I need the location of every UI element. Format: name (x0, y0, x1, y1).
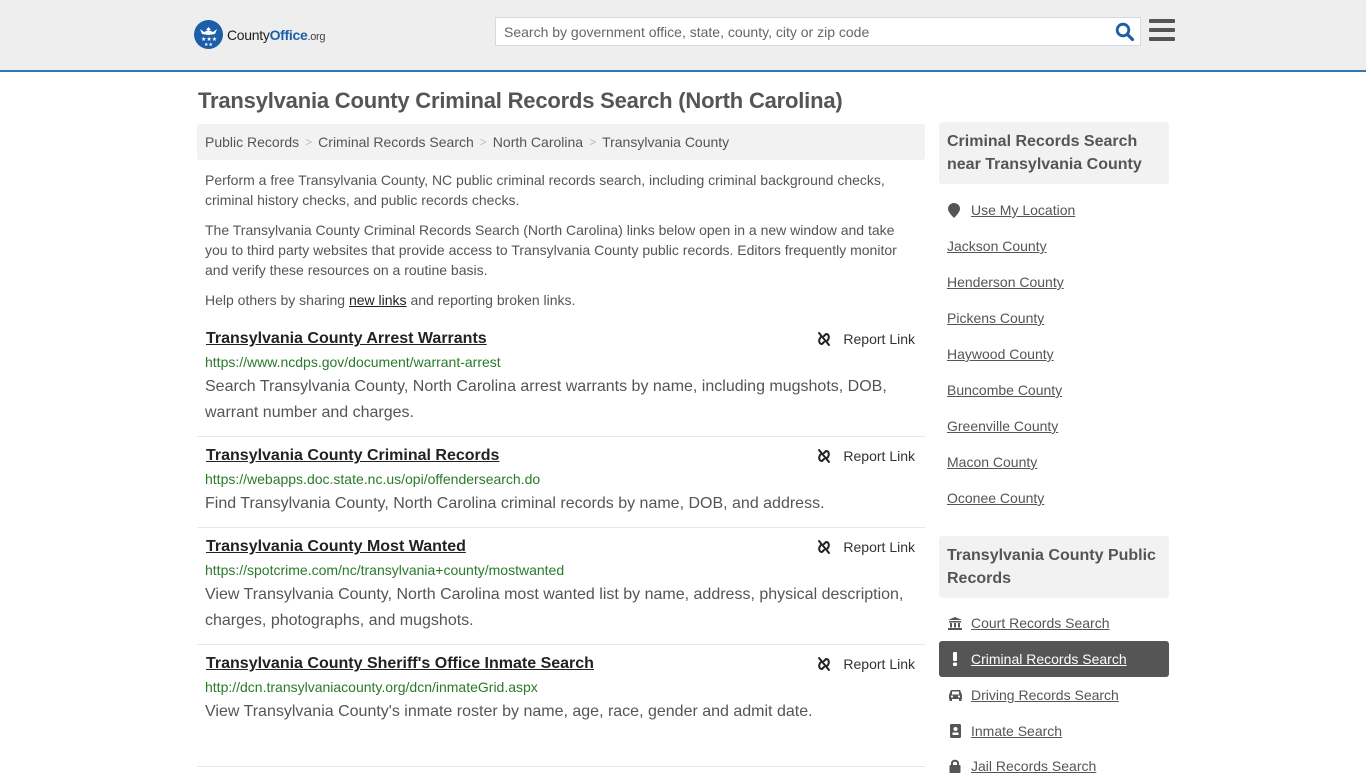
sidebar-item-jail-records[interactable]: Jail Records Search (947, 758, 1096, 774)
nearby-county-link[interactable]: Oconee County (947, 490, 1044, 506)
broken-link-icon (818, 332, 831, 346)
exclamation-icon (947, 652, 963, 666)
result-url: https://webapps.doc.state.nc.us/opi/offe… (205, 471, 541, 487)
result-title-link[interactable]: Transylvania County Most Wanted (206, 538, 466, 556)
sidebar-item-court-records[interactable]: Court Records Search (947, 615, 1110, 631)
report-link-button[interactable]: Report Link (816, 331, 915, 347)
logo-wordmark: CountyOffice.org (227, 26, 326, 43)
map-marker-icon (947, 202, 961, 218)
result-item: Transylvania County Criminal Records Rep… (197, 447, 925, 528)
eagle-badge-icon: ★★★ ★★ (194, 20, 223, 49)
sidebar-nearby: Criminal Records Search near Transylvani… (939, 122, 1169, 512)
nearby-county-link[interactable]: Haywood County (947, 346, 1054, 362)
result-title-link[interactable]: Transylvania County Criminal Records (206, 447, 499, 465)
report-link-button[interactable]: Report Link (816, 656, 915, 672)
report-link-label: Report Link (843, 656, 915, 672)
use-my-location-link[interactable]: Use My Location (947, 202, 1075, 218)
nearby-county-link[interactable]: Jackson County (947, 238, 1047, 254)
courthouse-icon (947, 616, 963, 630)
result-description: Find Transylvania County, North Carolina… (205, 495, 825, 512)
result-description: View Transylvania County's inmate roster… (205, 703, 813, 720)
report-link-label: Report Link (843, 448, 915, 464)
result-item: Transylvania County Arrest Warrants Repo… (197, 330, 925, 437)
sidebar-item-label: Jail Records Search (971, 758, 1097, 774)
result-url: http://dcn.transylvaniacounty.org/dcn/in… (205, 679, 538, 695)
nearby-county-link[interactable]: Henderson County (947, 274, 1064, 290)
logo-office: Office (269, 26, 308, 43)
result-url: https://www.ncdps.gov/document/warrant-a… (205, 354, 501, 370)
search-icon (1115, 22, 1135, 41)
breadcrumb-north-carolina[interactable]: North Carolina (493, 134, 583, 150)
report-link-button[interactable]: Report Link (816, 448, 915, 464)
breadcrumb-public-records[interactable]: Public Records (205, 134, 299, 150)
report-link-label: Report Link (843, 331, 915, 347)
id-badge-icon (947, 724, 963, 738)
lock-icon (947, 759, 963, 773)
sidebar-item-label: Court Records Search (971, 615, 1110, 631)
intro-text: Perform a free Transylvania County, NC p… (205, 170, 920, 320)
breadcrumb-separator: > (305, 135, 313, 149)
use-my-location-label: Use My Location (971, 202, 1076, 218)
site-header: ★★★ ★★ CountyOffice.org (0, 0, 1366, 72)
report-link-label: Report Link (843, 539, 915, 555)
nearby-county-link[interactable]: Macon County (947, 454, 1037, 470)
site-logo[interactable]: ★★★ ★★ CountyOffice.org (194, 20, 326, 49)
broken-link-icon (818, 540, 831, 554)
sidebar-item-criminal-records[interactable]: Criminal Records Search (947, 651, 1127, 667)
intro-paragraph-2: The Transylvania County Criminal Records… (205, 222, 897, 278)
result-description: View Transylvania County, North Carolina… (205, 586, 904, 629)
result-description: Search Transylvania County, North Caroli… (205, 378, 887, 421)
svg-text:★★: ★★ (204, 42, 213, 48)
result-item: Transylvania County Sheriff's Office Inm… (197, 655, 925, 745)
logo-county: County (227, 26, 270, 43)
intro-p3-text: Help others by sharing (205, 292, 349, 308)
result-title-link[interactable]: Transylvania County Sheriff's Office Inm… (206, 655, 594, 673)
nearby-county-link[interactable]: Greenville County (947, 418, 1058, 434)
sidebar-item-driving-records[interactable]: Driving Records Search (947, 687, 1119, 703)
hamburger-menu-icon[interactable] (1149, 19, 1175, 43)
breadcrumb-separator: > (479, 135, 487, 149)
sidebar-item-criminal-records-active[interactable]: Criminal Records Search (939, 641, 1169, 677)
car-icon (947, 689, 963, 701)
sidebar-public-records: Transylvania County Public Records Court… (939, 536, 1169, 776)
breadcrumb: Public Records > Criminal Records Search… (197, 124, 925, 160)
breadcrumb-transylvania-county[interactable]: Transylvania County (602, 134, 729, 150)
logo-org: .org (307, 30, 326, 43)
page-title: Transylvania County Criminal Records Sea… (198, 88, 843, 113)
search-box (495, 17, 1141, 46)
broken-link-icon (818, 449, 831, 463)
sidebar-public-records-heading: Transylvania County Public Records (939, 536, 1169, 598)
breadcrumb-criminal-records-search[interactable]: Criminal Records Search (318, 134, 474, 150)
breadcrumb-separator: > (589, 135, 597, 149)
broken-link-icon (818, 657, 831, 671)
nearby-county-link[interactable]: Buncombe County (947, 382, 1062, 398)
sidebar-item-label: Driving Records Search (971, 687, 1119, 703)
intro-paragraph-1: Perform a free Transylvania County, NC p… (205, 172, 885, 208)
report-link-button[interactable]: Report Link (816, 539, 915, 555)
result-url: https://spotcrime.com/nc/transylvania+co… (205, 562, 565, 578)
new-links-link[interactable]: new links (349, 292, 407, 308)
sidebar-item-label: Criminal Records Search (971, 651, 1127, 667)
intro-paragraph-3: Help others by sharing new links and rep… (205, 290, 920, 310)
result-item: Transylvania County Most Wanted Report L… (197, 538, 925, 645)
search-button[interactable] (1110, 18, 1140, 45)
sidebar-nearby-heading: Criminal Records Search near Transylvani… (939, 122, 1169, 184)
intro-p3-text-end: and reporting broken links. (406, 292, 576, 308)
search-input[interactable] (496, 18, 1110, 45)
sidebar-item-label: Inmate Search (971, 723, 1063, 739)
nearby-county-link[interactable]: Pickens County (947, 310, 1044, 326)
sidebar-item-inmate-search[interactable]: Inmate Search (947, 723, 1062, 739)
result-title-link[interactable]: Transylvania County Arrest Warrants (206, 330, 487, 348)
divider (197, 766, 925, 767)
